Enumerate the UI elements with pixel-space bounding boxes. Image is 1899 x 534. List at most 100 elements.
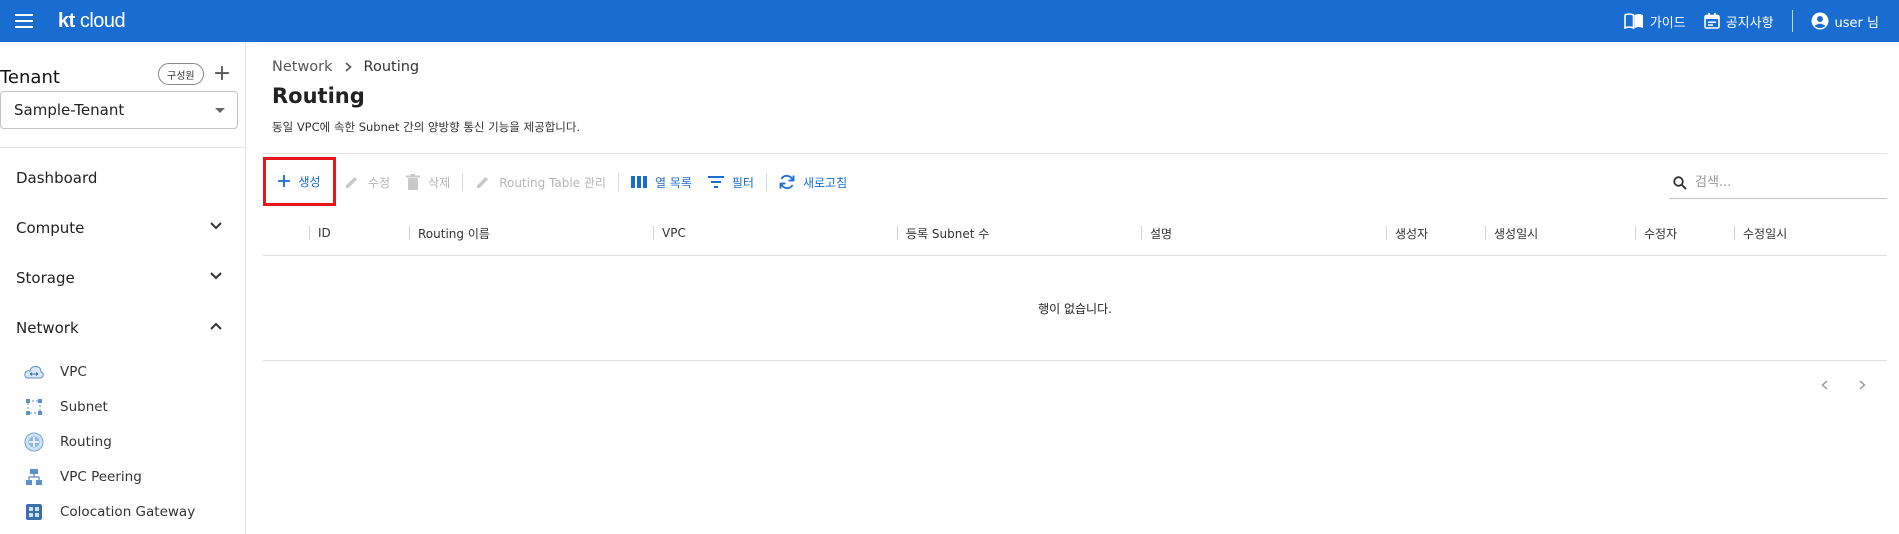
sidebar-divider bbox=[0, 147, 246, 148]
column-header-label: 생성일시 bbox=[1494, 226, 1539, 241]
filter-label: 필터 bbox=[731, 175, 754, 190]
refresh-button[interactable]: 새로고침 bbox=[771, 166, 855, 198]
create-highlight: 생성 bbox=[263, 156, 336, 206]
toolbar-divider bbox=[617, 173, 619, 191]
table-footer-divider bbox=[263, 360, 1887, 361]
breadcrumb: Network Routing bbox=[272, 59, 419, 75]
tenant-header: Tenant 구성원 + bbox=[0, 62, 246, 92]
chevron-down-icon bbox=[210, 222, 222, 230]
filter-button[interactable]: 필터 bbox=[700, 166, 762, 198]
sidebar-item-vpc-peering-label: VPC Peering bbox=[60, 469, 142, 485]
column-header-modified-at[interactable]: 수정일시 bbox=[1734, 223, 1787, 243]
kt-cloud-logo[interactable]: kt cloud bbox=[58, 9, 126, 33]
edit-button[interactable]: 수정 bbox=[336, 166, 398, 198]
sidebar-item-vpc-label: VPC bbox=[60, 364, 87, 380]
previous-page-button[interactable] bbox=[1817, 378, 1831, 392]
page-title: Routing bbox=[272, 84, 365, 108]
nav-storage-label: Storage bbox=[16, 269, 75, 287]
subnet-icon bbox=[24, 397, 44, 417]
column-header-label: 생성자 bbox=[1395, 226, 1429, 241]
create-button[interactable]: 생성 bbox=[274, 165, 324, 197]
sidebar-item-colocation-gateway[interactable]: Colocation Gateway bbox=[24, 500, 234, 524]
page-description: 동일 VPC에 속한 Subnet 간의 양방향 통신 기능을 제공합니다. bbox=[272, 120, 581, 134]
add-tenant-button[interactable]: + bbox=[212, 62, 232, 86]
sidebar-item-routing-label: Routing bbox=[60, 434, 112, 450]
pencil-icon bbox=[346, 177, 357, 188]
routing-table-manage-button[interactable]: Routing Table 관리 bbox=[467, 166, 614, 198]
empty-table-message: 행이 없습니다. bbox=[1038, 302, 1112, 316]
dropdown-arrow-icon bbox=[215, 108, 225, 113]
delete-label: 삭제 bbox=[428, 175, 451, 190]
calendar-icon bbox=[1703, 13, 1720, 29]
sidebar-item-routing[interactable]: Routing bbox=[24, 430, 234, 454]
user-menu[interactable]: user 님 bbox=[1811, 12, 1879, 31]
pencil-icon bbox=[477, 177, 489, 188]
member-button[interactable]: 구성원 bbox=[158, 63, 204, 85]
table-header-divider bbox=[263, 255, 1887, 256]
nav-compute-label: Compute bbox=[16, 219, 85, 237]
tenant-label: Tenant bbox=[0, 66, 60, 88]
notice-link[interactable]: 공지사항 bbox=[1703, 12, 1774, 31]
toolbar-divider bbox=[765, 173, 767, 191]
guide-label: 가이드 bbox=[1649, 15, 1686, 31]
refresh-label: 새로고침 bbox=[802, 175, 848, 190]
trash-icon bbox=[406, 174, 421, 190]
column-header-routing-name[interactable]: Routing 이름 bbox=[409, 223, 490, 243]
column-header-label: Routing 이름 bbox=[418, 226, 490, 241]
nav-dashboard[interactable]: Dashboard bbox=[16, 164, 230, 192]
sidebar-item-subnet-label: Subnet bbox=[60, 399, 108, 415]
notice-label: 공지사항 bbox=[1725, 15, 1774, 31]
guide-link[interactable]: 가이드 bbox=[1624, 12, 1686, 31]
chevron-left-icon bbox=[1820, 380, 1827, 390]
columns-button[interactable]: 열 목록 bbox=[623, 166, 700, 198]
sidebar-item-subnet[interactable]: Subnet bbox=[24, 395, 234, 419]
nav-dashboard-label: Dashboard bbox=[16, 169, 98, 187]
vpc-peering-icon bbox=[24, 467, 44, 487]
column-header-id[interactable]: ID bbox=[309, 223, 331, 243]
header-divider bbox=[263, 153, 1887, 154]
sidebar-item-vpc-peering[interactable]: VPC Peering bbox=[24, 465, 234, 489]
chevron-right-icon bbox=[345, 62, 352, 72]
logo-rest: cloud bbox=[79, 9, 126, 32]
account-circle-icon bbox=[1811, 12, 1829, 30]
column-header-created-at[interactable]: 생성일시 bbox=[1485, 223, 1538, 243]
column-header-modifier[interactable]: 수정자 bbox=[1635, 223, 1677, 243]
nav-network[interactable]: Network bbox=[16, 314, 230, 342]
sidebar-item-colocation-gateway-label: Colocation Gateway bbox=[60, 504, 196, 520]
column-header-vpc[interactable]: VPC bbox=[653, 223, 686, 243]
sidebar-item-vpc[interactable]: VPC bbox=[24, 360, 234, 384]
refresh-icon bbox=[779, 174, 795, 190]
chevron-right-icon bbox=[1859, 380, 1866, 390]
top-bar: kt cloud 가이드 공지사항 user 님 bbox=[0, 0, 1899, 42]
logo-bold: kt bbox=[58, 9, 75, 32]
hamburger-menu-icon[interactable] bbox=[2, 0, 46, 42]
column-header-label: 설명 bbox=[1150, 226, 1173, 241]
vpc-icon bbox=[24, 362, 44, 382]
breadcrumb-network[interactable]: Network bbox=[272, 59, 333, 75]
pagination bbox=[1817, 378, 1869, 392]
search-icon bbox=[1673, 175, 1687, 190]
table-header: ID Routing 이름 VPC 등록 Subnet 수 설명 생성자 생성일… bbox=[263, 211, 1887, 255]
column-header-description[interactable]: 설명 bbox=[1141, 223, 1172, 243]
nav-compute[interactable]: Compute bbox=[16, 214, 230, 242]
chevron-up-icon bbox=[210, 322, 222, 330]
edit-label: 수정 bbox=[368, 175, 391, 190]
nav-storage[interactable]: Storage bbox=[16, 264, 230, 292]
column-header-subnet-count[interactable]: 등록 Subnet 수 bbox=[897, 223, 989, 243]
column-header-label: VPC bbox=[662, 226, 686, 240]
topbar-divider bbox=[1791, 10, 1793, 32]
create-label: 생성 bbox=[298, 174, 321, 189]
tenant-select[interactable]: Sample-Tenant bbox=[0, 91, 238, 129]
delete-button[interactable]: 삭제 bbox=[398, 166, 458, 198]
plus-icon bbox=[278, 175, 291, 187]
search-input[interactable] bbox=[1695, 175, 1865, 190]
toolbar-divider bbox=[462, 173, 464, 191]
filter-icon bbox=[707, 176, 724, 188]
column-header-creator[interactable]: 생성자 bbox=[1386, 223, 1428, 243]
nav-network-label: Network bbox=[16, 319, 79, 337]
next-page-button[interactable] bbox=[1855, 378, 1869, 392]
view-column-icon bbox=[630, 176, 647, 188]
columns-label: 열 목록 bbox=[654, 175, 692, 190]
column-header-label: ID bbox=[318, 226, 331, 240]
user-label: user 님 bbox=[1834, 15, 1879, 31]
